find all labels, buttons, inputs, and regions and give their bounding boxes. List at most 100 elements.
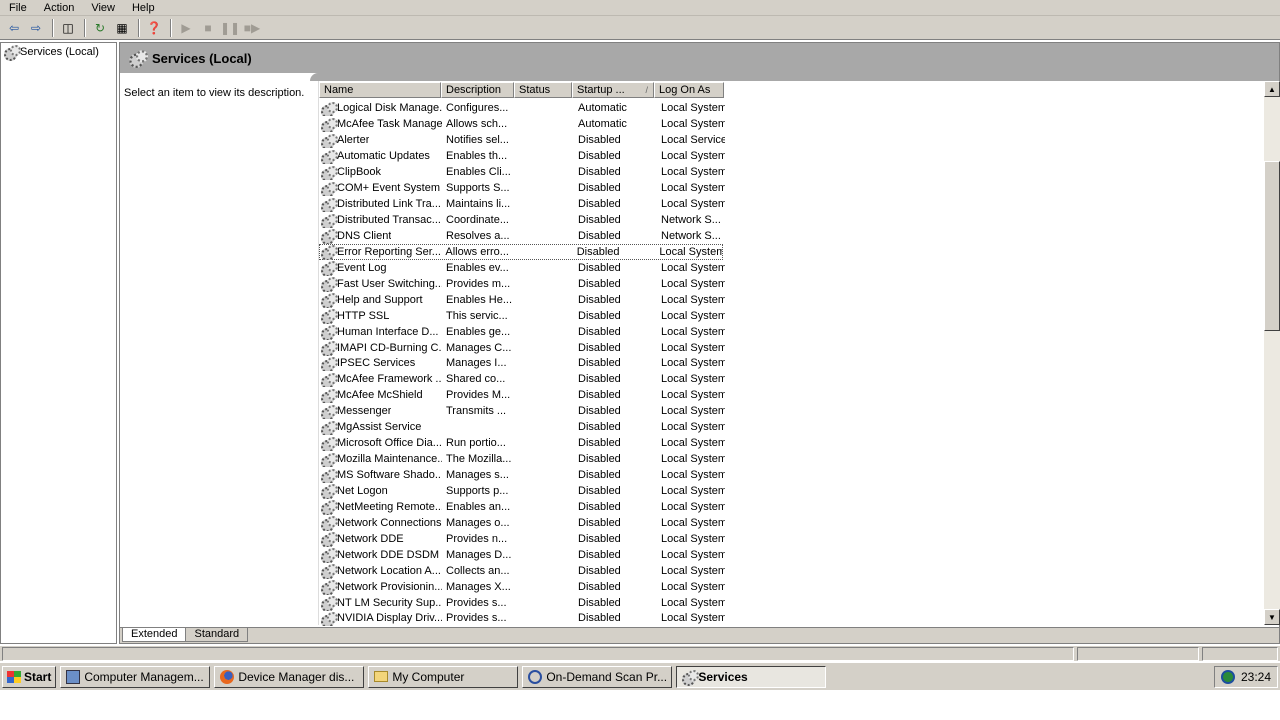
table-row[interactable]: IPSEC Services Manages I... Disabled Local … — [319, 356, 1259, 372]
table-row[interactable]: Fast User Switching... Provides m... Disab… — [319, 276, 1259, 292]
table-row[interactable]: Messenger Transmits ... Disabled Local Syst… — [319, 404, 1259, 420]
table-row[interactable]: McAfee McShield Provides M... Disabled Loca… — [319, 388, 1259, 404]
column-header-description[interactable]: Description — [441, 82, 514, 98]
cell-logon: Local System — [661, 516, 725, 529]
table-row[interactable]: Network Location A... Collects an... Disab… — [319, 563, 1259, 579]
export-list-icon[interactable]: ▦ — [112, 19, 132, 37]
back-arrow-icon[interactable]: ⇦ — [4, 19, 24, 37]
cell-description: Manages o... — [446, 516, 510, 529]
refresh-icon[interactable]: ↻ — [90, 19, 110, 37]
table-row[interactable]: Microsoft Office Dia... Run portio... Disa… — [319, 436, 1259, 452]
table-row[interactable]: Human Interface D... Enables ge... Disable… — [319, 324, 1259, 340]
table-row[interactable]: MgAssist Service Disabled Local System — [319, 420, 1259, 436]
table-row[interactable]: MS Software Shado... Manages s... Disabled… — [319, 468, 1259, 484]
task-my-computer[interactable]: My Computer — [368, 665, 519, 688]
service-name: Alerter — [337, 134, 370, 147]
service-name: Net Logon — [337, 484, 388, 497]
column-header-logon[interactable]: Log On As — [654, 82, 724, 98]
network-tray-icon[interactable] — [1221, 670, 1235, 684]
cell-description: Allows sch... — [446, 118, 508, 131]
service-gear-icon — [321, 468, 338, 484]
table-row[interactable]: Net Logon Supports p... Disabled Local Syst… — [319, 484, 1259, 500]
table-row[interactable]: ClipBook Enables Cli... Disabled Local Syst… — [319, 165, 1259, 181]
service-gear-icon — [321, 149, 338, 165]
pause-service-icon[interactable]: ❚❚ — [220, 19, 240, 37]
table-row[interactable]: Automatic Updates Enables th... Disabled Lo… — [319, 149, 1259, 165]
table-row[interactable]: Network Provisionin... Manages X... Disabl… — [319, 579, 1259, 595]
table-row[interactable]: NetMeeting Remote... Enables an... Disable… — [319, 499, 1259, 515]
cell-name: Help and Support — [319, 293, 442, 308]
restart-service-icon[interactable]: ■▶ — [242, 19, 262, 37]
table-row[interactable]: McAfee Task Manager Allows sch... Automati… — [319, 117, 1259, 133]
tab-standard[interactable]: Standard — [185, 628, 249, 642]
cell-startup: Disabled — [576, 245, 620, 258]
table-row[interactable]: DNS Client Resolves a... Disabled Network S… — [319, 229, 1259, 245]
table-row[interactable]: Mozilla Maintenance... The Mozilla... Disa… — [319, 452, 1259, 468]
services-list[interactable]: Name Description Status Startup ... / Log On … — [318, 81, 1280, 627]
tree-node-services-local[interactable]: Services (Local) — [1, 43, 116, 61]
table-row[interactable]: Distributed Link Tra... Maintains li... Di… — [319, 197, 1259, 213]
table-row[interactable]: Network DDE Provides n... Disabled Local Sy… — [319, 531, 1259, 547]
cell-logon: Local System — [659, 245, 723, 258]
show-hide-tree-icon[interactable]: ◫ — [58, 19, 78, 37]
task-computer-management[interactable]: Computer Managem... — [60, 665, 211, 688]
service-name: McAfee McShield — [337, 389, 423, 402]
cell-name: Net Logon — [319, 484, 442, 499]
task-on-demand-scan[interactable]: On-Demand Scan Pr... — [522, 665, 673, 688]
table-row[interactable]: Logical Disk Manage... Configures... Autom… — [319, 101, 1259, 117]
table-row[interactable]: COM+ Event System Supports S... Disabled Lo… — [319, 181, 1259, 197]
cell-startup: Disabled — [578, 580, 621, 593]
service-name: NetMeeting Remote... — [337, 500, 442, 513]
menu-action[interactable]: Action — [35, 1, 83, 15]
menu-help[interactable]: Help — [123, 1, 163, 15]
cell-startup: Disabled — [578, 484, 621, 497]
column-header-startup[interactable]: Startup ... / — [572, 82, 654, 98]
table-row[interactable]: Alerter Notifies sel... Disabled Local Serv… — [319, 133, 1259, 149]
cell-name: IMAPI CD-Burning C... — [319, 341, 442, 356]
table-row[interactable]: Distributed Transac... Coordinate... Disab… — [319, 213, 1259, 229]
table-row[interactable]: Network DDE DSDM Manages D... Disabled Loca… — [319, 547, 1259, 563]
scroll-down-button[interactable]: ▼ — [1264, 609, 1280, 625]
vertical-scrollbar[interactable]: ▲ ▼ — [1264, 81, 1280, 625]
tab-extended[interactable]: Extended — [122, 628, 187, 642]
cell-description: Maintains li... — [446, 198, 511, 211]
table-row[interactable]: HTTP SSL This servic... Disabled Local Syst… — [319, 308, 1259, 324]
service-name: HTTP SSL — [337, 309, 390, 322]
forward-arrow-icon[interactable]: ⇨ — [26, 19, 46, 37]
table-row[interactable]: NVIDIA Display Driv... Provides s... Disab… — [319, 611, 1259, 627]
table-row[interactable]: McAfee Framework ... Shared co... Disabled… — [319, 372, 1259, 388]
task-label: On-Demand Scan Pr... — [546, 669, 668, 684]
tree-node-label: Services (Local) — [20, 46, 99, 58]
menu-file[interactable]: File — [0, 1, 35, 15]
service-name: Network DDE — [337, 532, 404, 545]
table-row[interactable]: NT LM Security Sup... Provides s... Disabl… — [319, 595, 1259, 611]
start-service-icon[interactable]: ▶ — [176, 19, 196, 37]
menu-view[interactable]: View — [82, 1, 123, 15]
service-name: McAfee Task Manager — [337, 118, 442, 131]
table-row[interactable]: Help and Support Enables He... Disabled Loc… — [319, 292, 1259, 308]
task-services[interactable]: Services — [676, 665, 827, 688]
table-row[interactable]: Network Connections Manages o... Disabled L… — [319, 515, 1259, 531]
service-gear-icon — [321, 516, 338, 531]
scroll-up-button[interactable]: ▲ — [1264, 81, 1280, 97]
cell-startup: Disabled — [578, 166, 621, 179]
cell-name: IPSEC Services — [319, 356, 442, 372]
column-header-status[interactable]: Status — [514, 82, 572, 98]
clock[interactable]: 23:24 — [1241, 670, 1271, 684]
stop-service-icon[interactable]: ■ — [198, 19, 218, 37]
scroll-thumb[interactable] — [1264, 161, 1280, 331]
table-row[interactable]: Event Log Enables ev... Disabled Local Syst… — [319, 260, 1259, 276]
help-icon[interactable]: ❓ — [144, 19, 164, 37]
start-button[interactable]: Start — [2, 665, 57, 688]
cell-name: Network Connections — [319, 516, 442, 531]
cell-startup: Disabled — [578, 341, 621, 354]
service-gear-icon — [321, 596, 338, 611]
table-row[interactable]: Error Reporting Ser... Allows erro... Disa… — [319, 244, 723, 261]
service-gear-icon — [321, 452, 338, 468]
cell-startup: Disabled — [578, 277, 621, 290]
table-row[interactable]: IMAPI CD-Burning C... Manages C... Disable… — [319, 340, 1259, 356]
column-header-name[interactable]: Name — [319, 82, 441, 98]
status-pane-2 — [1077, 647, 1199, 661]
task-device-manager[interactable]: Device Manager dis... — [214, 665, 365, 688]
cell-name: Network DDE DSDM — [319, 548, 442, 563]
